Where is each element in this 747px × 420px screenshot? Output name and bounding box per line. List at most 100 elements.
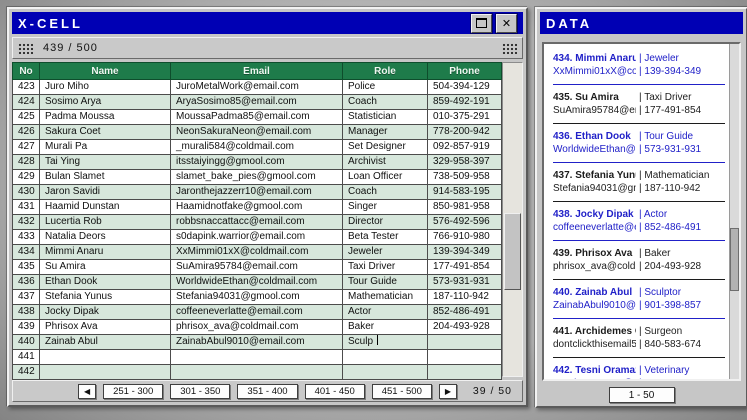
cell-no[interactable]: 424 bbox=[13, 95, 40, 110]
cell-name[interactable]: Lucertia Rob bbox=[40, 215, 171, 230]
table-row[interactable]: 434 Mimmi Anaru XxMimmi01xX@coldmail.com… bbox=[13, 245, 502, 260]
table-row[interactable]: 430 Jaron Savidi Jaronthejazzerr10@email… bbox=[13, 185, 502, 200]
entry-email[interactable]: Stefania94031@gmool.com bbox=[553, 182, 636, 195]
grid-handle-icon-right[interactable] bbox=[502, 43, 517, 54]
entry-email[interactable]: Tesni92Oramaz@gmool.com bbox=[553, 377, 636, 381]
cell-role[interactable]: Singer bbox=[343, 200, 428, 215]
cell-role[interactable]: Coach bbox=[343, 95, 428, 110]
cell-email[interactable]: JuroMetalWork@email.com bbox=[171, 80, 343, 95]
cell-phone[interactable]: 852-486-491 bbox=[428, 305, 502, 320]
cell-role[interactable]: Director bbox=[343, 215, 428, 230]
cell-name[interactable]: Haamid Dunstan bbox=[40, 200, 171, 215]
page-range-button[interactable]: 251 - 300 bbox=[103, 384, 163, 399]
data-entry[interactable]: 441. Archidemes Otto | Surgeon dontclick… bbox=[553, 319, 725, 358]
cell-email[interactable]: phrisox_ava@coldmail.com bbox=[171, 320, 343, 335]
cell-name[interactable] bbox=[40, 350, 171, 365]
cell-name[interactable]: Ethan Dook bbox=[40, 275, 171, 290]
next-page-button[interactable]: ▶ bbox=[439, 384, 457, 399]
entry-email[interactable]: WorldwideEthan@coldmail.com bbox=[553, 143, 636, 156]
cell-role[interactable]: Taxi Driver bbox=[343, 260, 428, 275]
cell-role[interactable]: Coach bbox=[343, 185, 428, 200]
table-row[interactable]: 436 Ethan Dook WorldwideEthan@coldmail.c… bbox=[13, 275, 502, 290]
cell-email[interactable]: MoussaPadma85@email.com bbox=[171, 110, 343, 125]
cell-no[interactable]: 428 bbox=[13, 155, 40, 170]
cell-name[interactable]: Natalia Deors bbox=[40, 230, 171, 245]
cell-name[interactable]: Padma Moussa bbox=[40, 110, 171, 125]
cell-name[interactable]: Murali Pa bbox=[40, 140, 171, 155]
cell-email[interactable]: s0dapink.warrior@email.com bbox=[171, 230, 343, 245]
data-entry[interactable]: 440. Zainab Abul | Sculptor ZainabAbul90… bbox=[553, 280, 725, 319]
entry-email[interactable]: ZainabAbul9010@email.com bbox=[553, 299, 636, 312]
table-row[interactable]: 433 Natalia Deors s0dapink.warrior@email… bbox=[13, 230, 502, 245]
cell-role[interactable]: Jeweler bbox=[343, 245, 428, 260]
cell-no[interactable]: 438 bbox=[13, 305, 40, 320]
page-range-button[interactable]: 301 - 350 bbox=[170, 384, 230, 399]
cell-phone[interactable] bbox=[428, 335, 502, 350]
cell-no[interactable]: 432 bbox=[13, 215, 40, 230]
grid-handle-icon-left[interactable] bbox=[18, 43, 33, 54]
data-list-scrollbar[interactable] bbox=[729, 44, 739, 379]
cell-no[interactable]: 425 bbox=[13, 110, 40, 125]
data-entry[interactable]: 442. Tesni Oramaz | Veterinary Tesni92Or… bbox=[553, 358, 725, 381]
table-row[interactable]: 431 Haamid Dunstan Haamidnotfake@gmool.c… bbox=[13, 200, 502, 215]
table-row[interactable]: 426 Sakura Coet NeonSakuraNeon@email.com… bbox=[13, 125, 502, 140]
table-row[interactable]: 439 Phrisox Ava phrisox_ava@coldmail.com… bbox=[13, 320, 502, 335]
table-row[interactable]: 424 Sosimo Arya AryaSosimo85@email.com C… bbox=[13, 95, 502, 110]
table-row[interactable]: 429 Bulan Slamet slamet_bake_pies@gmool.… bbox=[13, 170, 502, 185]
data-entry[interactable]: 439. Phrisox Ava | Baker phrisox_ava@col… bbox=[553, 241, 725, 280]
cell-phone[interactable]: 092-857-919 bbox=[428, 140, 502, 155]
data-entry[interactable]: 437. Stefania Yunus | Mathematician Stef… bbox=[553, 163, 725, 202]
cell-name[interactable]: Stefania Yunus bbox=[40, 290, 171, 305]
cell-name[interactable]: Mimmi Anaru bbox=[40, 245, 171, 260]
cell-no[interactable]: 435 bbox=[13, 260, 40, 275]
cell-email[interactable]: WorldwideEthan@coldmail.com bbox=[171, 275, 343, 290]
cell-phone[interactable]: 576-492-596 bbox=[428, 215, 502, 230]
entry-email[interactable]: dontclickthisemail55@email.com bbox=[553, 338, 636, 351]
cell-email[interactable]: NeonSakuraNeon@email.com bbox=[171, 125, 343, 140]
data-list-scrollbar-thumb[interactable] bbox=[730, 228, 739, 290]
xcell-titlebar[interactable]: X-CELL ✕ bbox=[12, 12, 523, 34]
cell-role[interactable] bbox=[343, 350, 428, 365]
data-titlebar[interactable]: DATA bbox=[540, 12, 743, 34]
cell-email[interactable]: ZainabAbul9010@email.com bbox=[171, 335, 343, 350]
table-row[interactable]: 432 Lucertia Rob robbsnaccattacc@email.c… bbox=[13, 215, 502, 230]
cell-email[interactable]: Jaronthejazzerr10@email.com bbox=[171, 185, 343, 200]
cell-phone[interactable]: 859-492-191 bbox=[428, 95, 502, 110]
page-range-button[interactable]: 401 - 450 bbox=[305, 384, 365, 399]
cell-phone[interactable]: 010-375-291 bbox=[428, 110, 502, 125]
cell-phone[interactable]: 738-509-958 bbox=[428, 170, 502, 185]
cell-no[interactable]: 423 bbox=[13, 80, 40, 95]
cell-no[interactable]: 430 bbox=[13, 185, 40, 200]
cell-email[interactable]: robbsnaccattacc@email.com bbox=[171, 215, 343, 230]
cell-phone[interactable]: 573-931-931 bbox=[428, 275, 502, 290]
cell-no[interactable]: 426 bbox=[13, 125, 40, 140]
entry-email[interactable]: SuAmira95784@email.com bbox=[553, 104, 636, 117]
data-entry[interactable]: 436. Ethan Dook | Tour Guide WorldwideEt… bbox=[553, 124, 725, 163]
range-button[interactable]: 1 - 50 bbox=[609, 387, 675, 403]
cell-no[interactable]: 442 bbox=[13, 365, 40, 380]
cell-phone[interactable]: 187-110-942 bbox=[428, 290, 502, 305]
cell-name[interactable]: Tai Ying bbox=[40, 155, 171, 170]
prev-page-button[interactable]: ◀ bbox=[78, 384, 96, 399]
cell-role[interactable]: Tour Guide bbox=[343, 275, 428, 290]
cell-no[interactable]: 433 bbox=[13, 230, 40, 245]
cell-name[interactable]: Sosimo Arya bbox=[40, 95, 171, 110]
cell-role[interactable]: Police bbox=[343, 80, 428, 95]
entry-email[interactable]: phrisox_ava@coldmail.com bbox=[553, 260, 636, 273]
cell-no[interactable]: 427 bbox=[13, 140, 40, 155]
table-row[interactable]: 438 Jocky Dipak coffeeneverlatte@email.c… bbox=[13, 305, 502, 320]
page-range-button[interactable]: 451 - 500 bbox=[372, 384, 432, 399]
cell-phone[interactable] bbox=[428, 365, 502, 380]
cell-email[interactable] bbox=[171, 350, 343, 365]
cell-phone[interactable] bbox=[428, 350, 502, 365]
cell-name[interactable]: Zainab Abul bbox=[40, 335, 171, 350]
cell-phone[interactable]: 766-910-980 bbox=[428, 230, 502, 245]
cell-role[interactable]: Baker bbox=[343, 320, 428, 335]
cell-no[interactable]: 436 bbox=[13, 275, 40, 290]
table-row[interactable]: 435 Su Amira SuAmira95784@email.com Taxi… bbox=[13, 260, 502, 275]
cell-name[interactable]: Jocky Dipak bbox=[40, 305, 171, 320]
cell-no[interactable]: 434 bbox=[13, 245, 40, 260]
table-row[interactable]: 442 bbox=[13, 365, 502, 380]
cell-email[interactable]: _murali584@coldmail.com bbox=[171, 140, 343, 155]
cell-name[interactable]: Bulan Slamet bbox=[40, 170, 171, 185]
